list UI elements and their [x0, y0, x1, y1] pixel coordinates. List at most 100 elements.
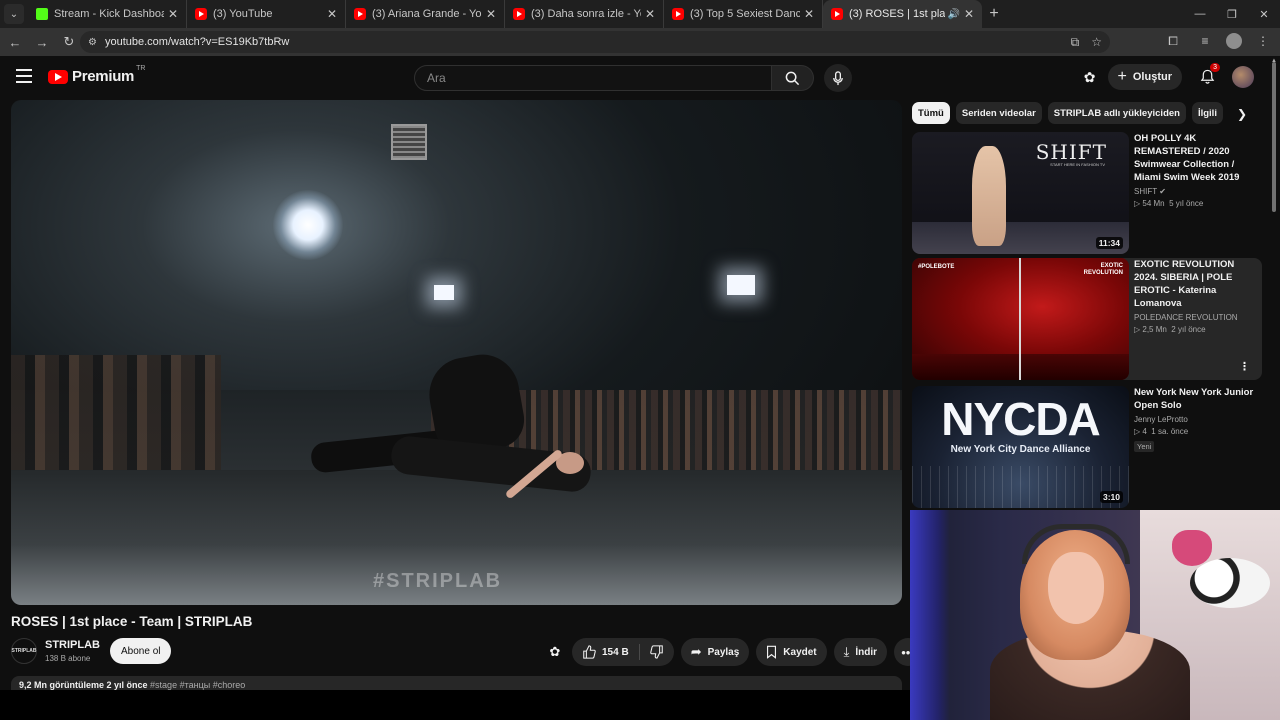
- browser-tab[interactable]: (3) Daha sonra izle - YouTube ✕: [505, 0, 664, 28]
- tab-search-button[interactable]: ⌄: [4, 4, 24, 24]
- rec-channel[interactable]: POLEDANCE REVOLUTION: [1134, 313, 1260, 322]
- extension-action-button[interactable]: ✿: [545, 638, 565, 666]
- download-button[interactable]: ⤓ İndir: [833, 638, 888, 666]
- back-arrow-icon[interactable]: ←: [3, 30, 27, 54]
- speaker-icon[interactable]: 🔊: [947, 9, 959, 20]
- led-light: [910, 510, 950, 720]
- hamburger-menu-icon[interactable]: [16, 69, 32, 83]
- browser-tab[interactable]: Stream - Kick Dashboard ✕: [28, 0, 187, 28]
- minimize-button[interactable]: —: [1184, 0, 1216, 28]
- browser-menu-icon[interactable]: ⋮: [1252, 30, 1274, 52]
- stage-light: [434, 285, 454, 300]
- chevron-right-icon[interactable]: ❯: [1232, 104, 1252, 124]
- scrollbar-thumb[interactable]: [1272, 62, 1276, 212]
- new-tab-button[interactable]: +: [982, 2, 1006, 26]
- extension-puzzle-icon[interactable]: ✿: [1084, 69, 1096, 86]
- thumbs-down-icon: [649, 645, 663, 659]
- profile-avatar-icon[interactable]: [1226, 33, 1242, 49]
- thumb-model: [972, 146, 1006, 246]
- channel-name[interactable]: STRIPLAB: [45, 639, 100, 651]
- video-actions: ✿ 154 B ➦ Paylaş Kaydet ⤓ İndir •••: [545, 638, 923, 666]
- download-label: İndir: [855, 646, 878, 658]
- site-info-icon[interactable]: ⚙: [88, 37, 97, 48]
- close-tab-icon[interactable]: ✕: [168, 7, 178, 21]
- youtube-icon: [513, 8, 525, 20]
- video-player[interactable]: #STRIPLAB: [11, 100, 902, 605]
- close-window-button[interactable]: ✕: [1248, 0, 1280, 28]
- browser-tab[interactable]: (3) Ariana Grande - YouTube ✕: [346, 0, 505, 28]
- kick-icon: [36, 8, 48, 20]
- close-tab-icon[interactable]: ✕: [327, 7, 337, 21]
- tab-title: (3) Ariana Grande - YouTube: [372, 8, 482, 20]
- chip-related[interactable]: İlgili: [1191, 102, 1223, 124]
- rec-meta: ▷ 2,5 Mn 2 yıl önce: [1134, 325, 1206, 334]
- url-text[interactable]: youtube.com/watch?v=ES19Kb7tbRw: [105, 36, 289, 48]
- share-button[interactable]: ➦ Paylaş: [680, 638, 750, 666]
- thumb-tagline: START HERE IN FASHION TV: [1050, 162, 1105, 167]
- cast-icon[interactable]: ⧉: [1071, 35, 1080, 50]
- recommendation-item[interactable]: NYCDA New York City Dance Alliance 3:10 …: [912, 386, 1262, 508]
- search-icon: [785, 71, 800, 85]
- extensions-icon[interactable]: ⧠: [1162, 30, 1184, 52]
- like-dislike-group: 154 B: [572, 638, 674, 666]
- browser-tab-active[interactable]: (3) ROSES | 1st place - Team 🔊 ✕: [823, 0, 982, 28]
- rec-meta: ▷ 4 1 sa. önce: [1134, 427, 1189, 436]
- maximize-button[interactable]: ❐: [1216, 0, 1248, 28]
- youtube-header: Premium TR Ara ✿ + Oluştur 3: [0, 56, 1280, 98]
- verified-check-icon: ✔: [1159, 187, 1166, 196]
- heart-pillow: [1172, 530, 1212, 566]
- browser-tab[interactable]: (3) Top 5 Sexiest Dances: Hot Tr ✕: [664, 0, 823, 28]
- video-title: ROSES | 1st place - Team | STRIPLAB: [11, 614, 253, 629]
- like-button[interactable]: 154 B: [572, 638, 639, 666]
- thumb-brand: SHIFT: [1035, 140, 1107, 164]
- media-controls-icon[interactable]: ≡: [1194, 30, 1216, 52]
- puzzle-icon: ✿: [549, 644, 561, 659]
- video-thumbnail[interactable]: SHIFT START HERE IN FASHION TV 11:34: [912, 132, 1129, 254]
- bookmark-star-icon[interactable]: ☆: [1091, 35, 1102, 50]
- video-thumbnail[interactable]: #POLEBOTE EXOTIC REVOLUTION: [912, 258, 1129, 380]
- search-button[interactable]: [772, 65, 814, 91]
- rec-title[interactable]: OH POLLY 4K REMASTERED / 2020 Swimwear C…: [1134, 132, 1260, 184]
- chip-uploader[interactable]: STRIPLAB adlı yükleyiciden: [1047, 102, 1186, 124]
- rec-title[interactable]: New York New York Junior Open Solo: [1134, 386, 1260, 412]
- close-tab-icon[interactable]: ✕: [964, 7, 974, 21]
- webcam-overlay: [910, 510, 1280, 720]
- chip-series[interactable]: Seriden videolar: [955, 102, 1042, 124]
- youtube-logo[interactable]: Premium TR: [48, 65, 145, 85]
- channel-avatar[interactable]: STRIPLAB: [11, 638, 37, 664]
- thumb-lights: [912, 466, 1129, 508]
- browser-tab[interactable]: (3) YouTube ✕: [187, 0, 346, 28]
- close-tab-icon[interactable]: ✕: [486, 7, 496, 21]
- browser-tab-strip: ⌄ Stream - Kick Dashboard ✕ (3) YouTube …: [0, 0, 1280, 28]
- address-bar[interactable]: ⚙ youtube.com/watch?v=ES19Kb7tbRw ⧉ ☆: [80, 31, 1110, 53]
- close-tab-icon[interactable]: ✕: [804, 7, 814, 21]
- forward-arrow-icon[interactable]: →: [30, 30, 54, 54]
- page-scrollbar[interactable]: [1270, 62, 1278, 212]
- chip-all[interactable]: Tümü: [912, 102, 950, 124]
- description-box[interactable]: 9,2 Mn görüntüleme 2 yıl önce #stage #та…: [11, 676, 902, 690]
- rec-channel[interactable]: SHIFT ✔: [1134, 187, 1260, 196]
- bottom-overlay: [0, 690, 910, 720]
- recommendation-item[interactable]: SHIFT START HERE IN FASHION TV 11:34 OH …: [912, 132, 1262, 254]
- subscribe-button[interactable]: Abone ol: [110, 638, 172, 664]
- video-thumbnail[interactable]: NYCDA New York City Dance Alliance 3:10: [912, 386, 1129, 508]
- voice-search-button[interactable]: [824, 64, 852, 92]
- rec-title[interactable]: EXOTIC REVOLUTION 2024. SIBERIA | POLE E…: [1134, 258, 1260, 310]
- search-input[interactable]: Ara: [414, 65, 772, 91]
- account-avatar[interactable]: [1232, 66, 1254, 88]
- hashtags[interactable]: #stage #танцы #choreo: [150, 680, 245, 690]
- close-tab-icon[interactable]: ✕: [645, 7, 655, 21]
- rec-channel[interactable]: Jenny LeProtto: [1134, 415, 1260, 424]
- tab-title: Stream - Kick Dashboard: [54, 8, 164, 20]
- youtube-icon: [195, 8, 207, 20]
- video-watermark: #STRIPLAB: [373, 570, 503, 592]
- recommendation-item[interactable]: #POLEBOTE EXOTIC REVOLUTION EXOTIC REVOL…: [912, 258, 1262, 380]
- notifications-button[interactable]: 3: [1194, 63, 1220, 90]
- logo-text: Premium: [72, 68, 135, 85]
- more-vertical-icon[interactable]: ⋮: [1239, 360, 1250, 373]
- create-button[interactable]: + Oluştur: [1107, 64, 1182, 90]
- save-button[interactable]: Kaydet: [756, 638, 827, 666]
- dislike-button[interactable]: [640, 638, 674, 666]
- reload-icon[interactable]: ↻: [57, 30, 81, 54]
- thumb-pole: [1019, 258, 1021, 380]
